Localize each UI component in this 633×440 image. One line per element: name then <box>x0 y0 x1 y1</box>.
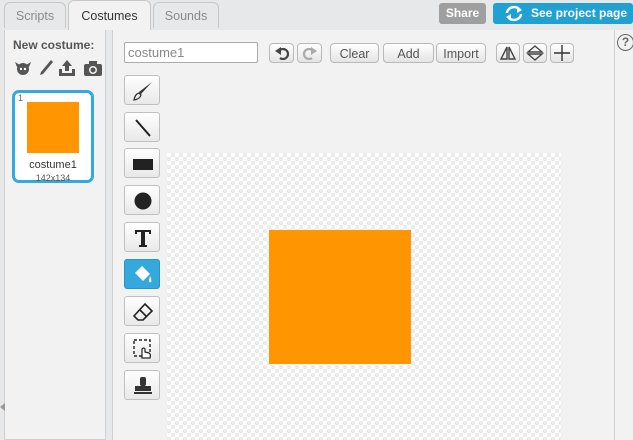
stamp-icon <box>134 377 152 394</box>
collapse-arrow-icon[interactable] <box>0 403 5 411</box>
brush-icon <box>133 82 152 101</box>
eraser-tool[interactable] <box>124 296 160 326</box>
flip-horizontal-icon <box>499 46 517 60</box>
help-strip: ? <box>614 30 633 440</box>
line-tool[interactable] <box>124 112 160 142</box>
select-tool[interactable] <box>124 333 160 363</box>
new-costume-label: New costume: <box>13 38 95 52</box>
undo-button[interactable] <box>269 43 294 63</box>
flip-vertical-icon <box>526 45 544 61</box>
stamp-tool[interactable] <box>124 370 160 400</box>
set-center-button[interactable] <box>550 43 574 63</box>
undo-icon <box>274 47 289 61</box>
flip-horizontal-button[interactable] <box>496 43 520 63</box>
brush-tool[interactable] <box>124 75 160 105</box>
rectangle-icon <box>133 159 153 170</box>
import-button[interactable]: Import <box>436 43 486 63</box>
see-project-page-label: See project page <box>531 6 628 20</box>
costume-name-label: costume1 <box>29 159 77 171</box>
paint-bucket-icon <box>135 266 152 283</box>
tab-sounds[interactable]: Sounds <box>153 2 219 28</box>
costume-preview <box>27 102 79 153</box>
set-center-icon <box>554 45 570 61</box>
costume-number: 1 <box>18 93 24 103</box>
costume-thumbnail[interactable]: 1 costume1 142x134 <box>12 90 94 183</box>
rectangle-tool[interactable] <box>124 148 160 178</box>
fill-tool[interactable] <box>124 259 160 289</box>
text-icon <box>135 230 151 247</box>
tab-scripts[interactable]: Scripts <box>4 2 66 28</box>
costume-name-input[interactable] <box>124 42 258 63</box>
select-icon <box>133 339 151 359</box>
help-icon[interactable]: ? <box>617 34 633 51</box>
text-tool[interactable] <box>124 222 160 252</box>
clear-button[interactable]: Clear <box>330 43 379 63</box>
costume-size-label: 142x134 <box>35 173 71 183</box>
eraser-icon <box>132 302 154 321</box>
line-icon <box>135 119 151 137</box>
costume-shape[interactable] <box>269 230 411 364</box>
redo-button[interactable] <box>297 43 322 63</box>
upload-icon[interactable] <box>57 58 77 78</box>
add-button[interactable]: Add <box>383 43 434 63</box>
paint-editor: Clear Add Import <box>112 30 614 440</box>
camera-icon[interactable] <box>83 58 103 78</box>
flip-vertical-button[interactable] <box>523 43 547 63</box>
see-project-page-button[interactable]: See project page <box>493 3 633 24</box>
swap-arrows-icon <box>505 5 523 22</box>
share-button[interactable]: Share <box>439 3 486 24</box>
costume-list-panel: New costume: 1 costume1 142x134 <box>4 30 106 440</box>
redo-icon <box>302 47 317 61</box>
drawing-canvas[interactable] <box>167 153 561 440</box>
tab-costumes[interactable]: Costumes <box>68 0 151 30</box>
sprite-library-icon[interactable] <box>13 58 33 78</box>
paint-brush-icon[interactable] <box>36 58 56 78</box>
ellipse-tool[interactable] <box>124 185 160 215</box>
ellipse-icon <box>134 192 152 210</box>
